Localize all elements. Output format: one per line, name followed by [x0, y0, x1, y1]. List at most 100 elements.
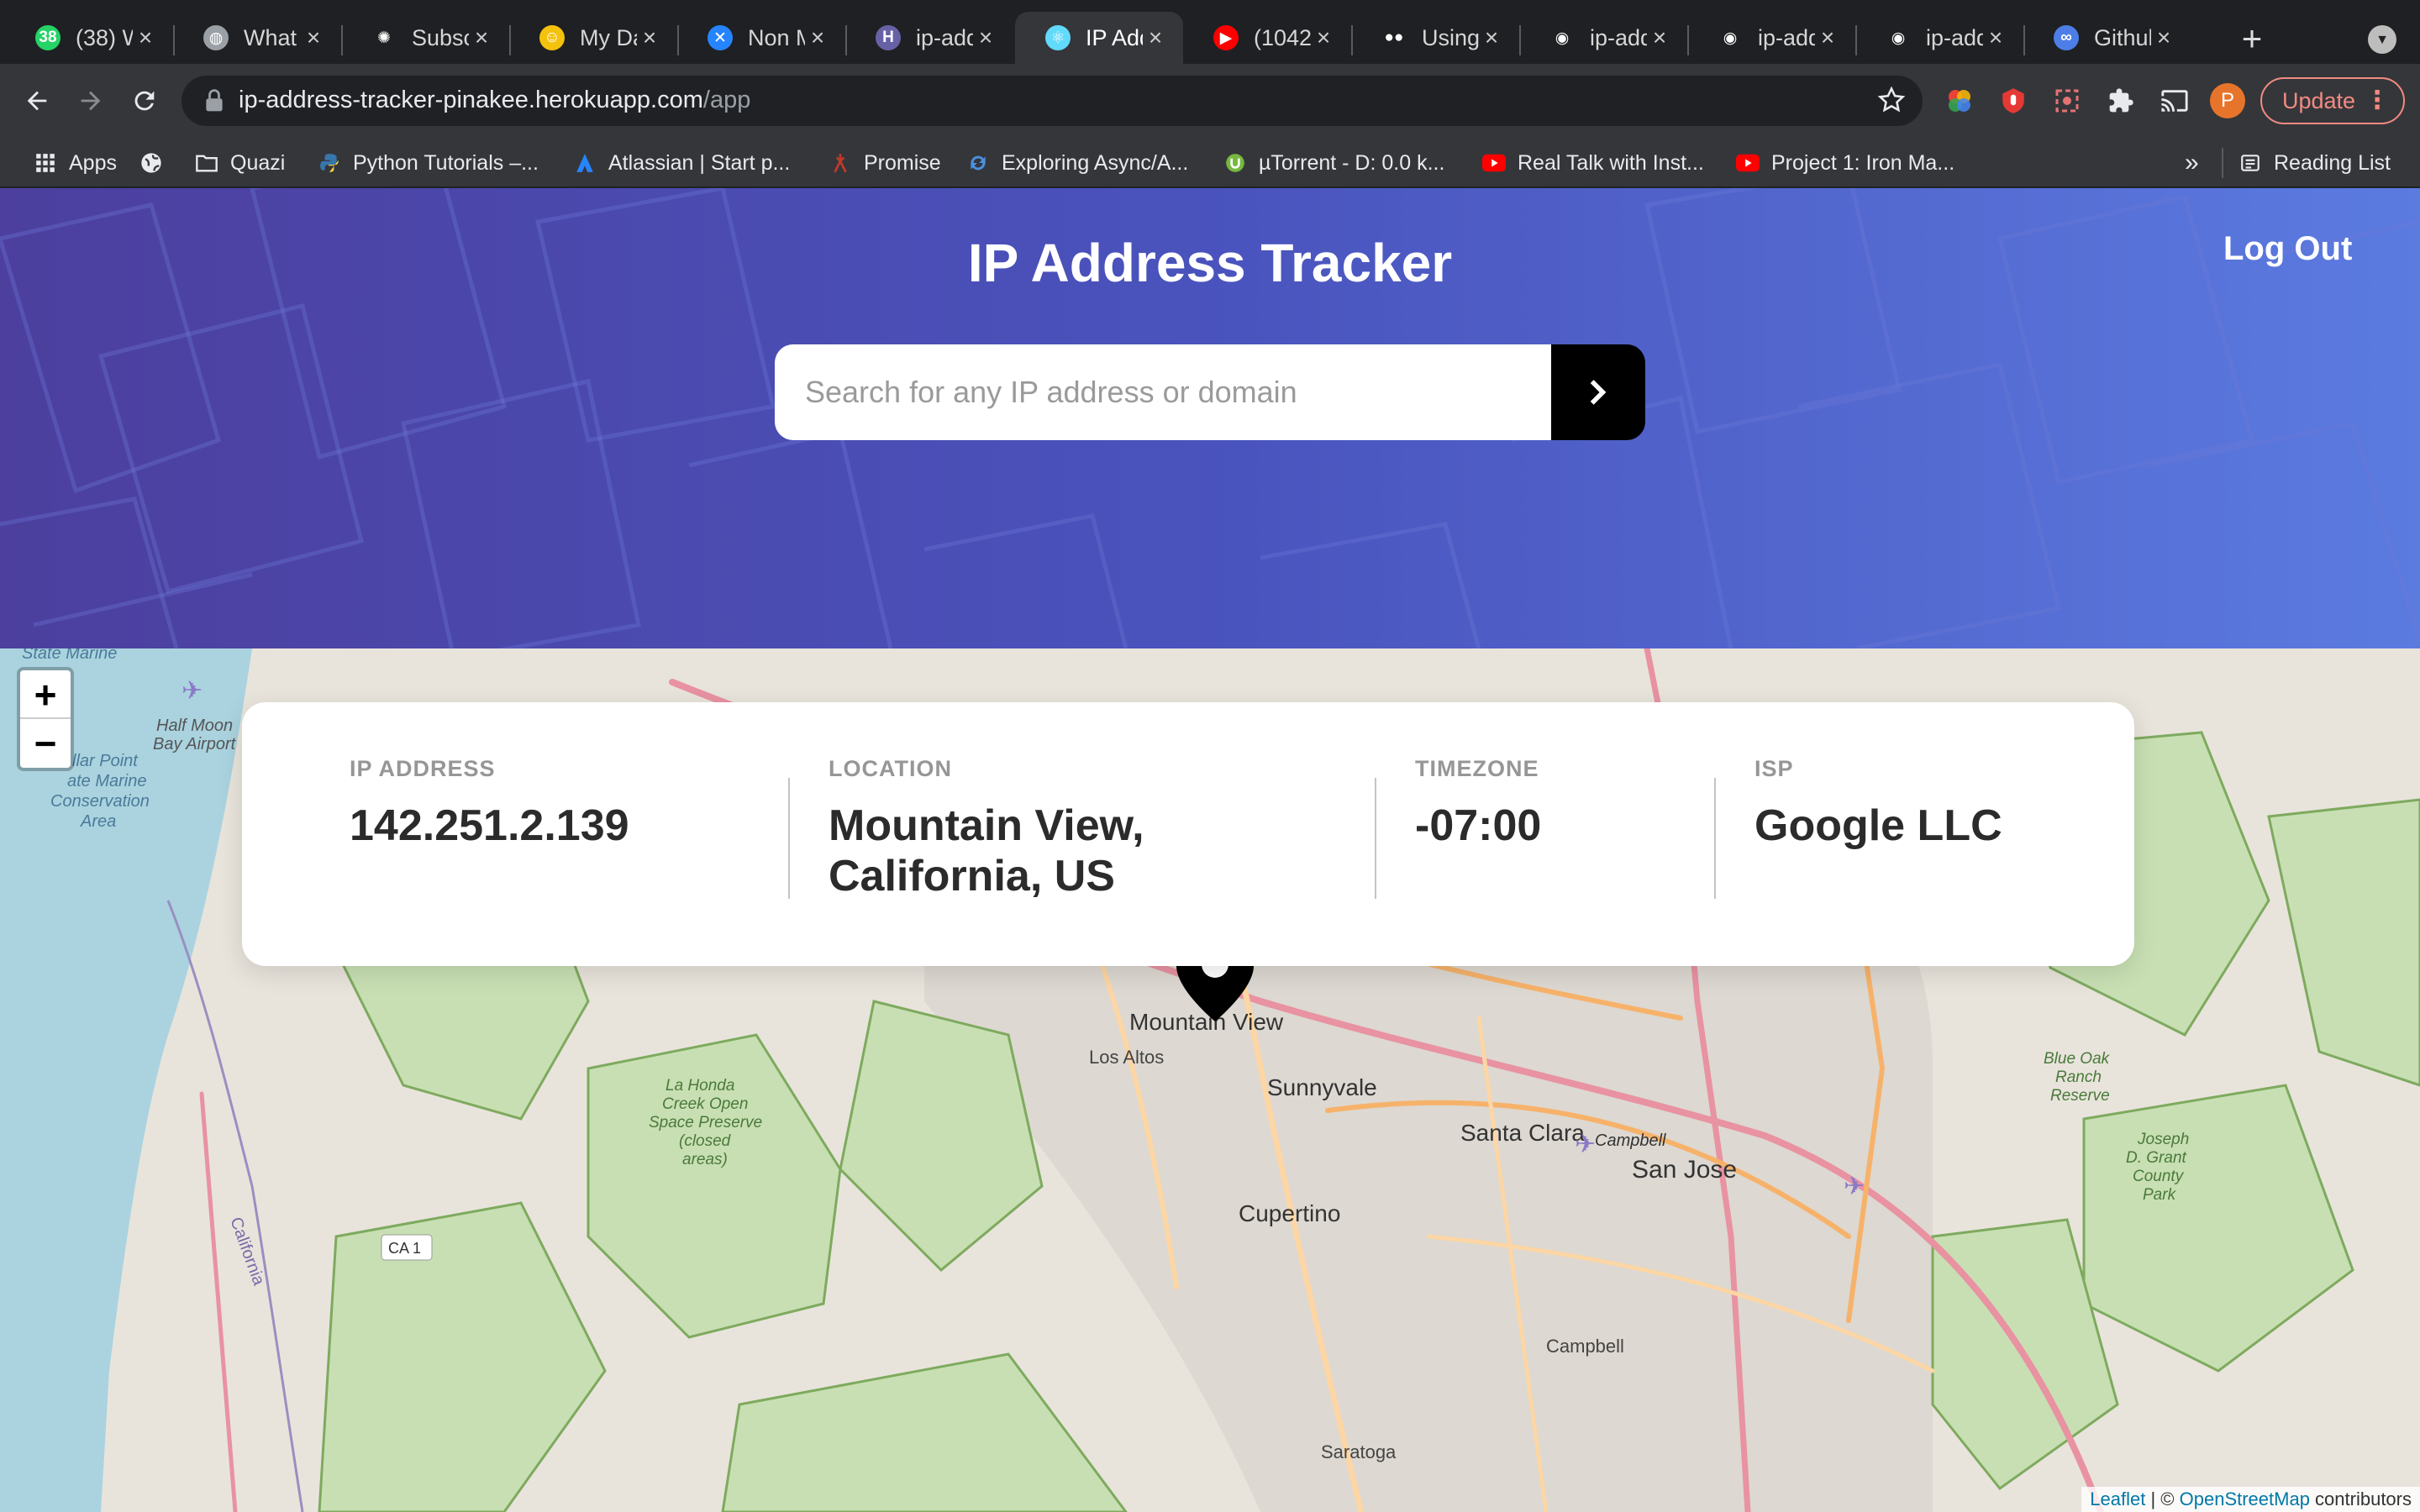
browser-tab[interactable]: ◉ ip-add × [1519, 12, 1687, 64]
bookmark-item[interactable]: Promise [829, 146, 941, 180]
header-banner: IP Address Tracker Log Out [0, 188, 2420, 648]
browser-tab[interactable]: ◍ What t× [173, 12, 341, 64]
osm-link[interactable]: OpenStreetMap [2180, 1488, 2310, 1509]
isp-value: Google LLC [1754, 801, 2002, 850]
browser-tab[interactable]: ✕ Non M× [677, 12, 845, 64]
forward-arrow-icon [81, 91, 101, 111]
ip-address-section: IP ADDRESS 142.251.2.139 [350, 756, 629, 851]
svg-text:llar Point: llar Point [72, 752, 139, 770]
timezone-label: TIMEZONE [1415, 756, 1539, 781]
bookmarks-overflow-button[interactable]: » [2185, 138, 2199, 188]
browser-tab[interactable]: ▶ (1042)× [1183, 12, 1351, 64]
whatsapp-icon: 38 [35, 25, 60, 50]
close-tab-icon[interactable]: × [637, 24, 662, 51]
bookmark-item[interactable]: Python Tutorials –... [318, 146, 539, 180]
browser-tab[interactable]: ∞ Githul × [2023, 12, 2191, 64]
location-label: LOCATION [829, 756, 952, 781]
close-tab-icon[interactable]: × [2151, 24, 2176, 51]
bookmark-item[interactable]: Real Talk with Inst... [1482, 146, 1704, 180]
browser-tab[interactable]: 38 (38) W× [5, 12, 173, 64]
browser-tab[interactable]: ⚛ IP Add× [1015, 12, 1183, 64]
web-page: IP Address Tracker Log Out Search for an… [0, 188, 2420, 1512]
profile-avatar[interactable]: P [2210, 83, 2245, 118]
close-tab-icon[interactable]: × [805, 24, 830, 51]
tab-title: ip-add [1590, 24, 1647, 50]
close-tab-icon[interactable]: × [1311, 24, 1336, 51]
svg-text:Santa Clara: Santa Clara [1460, 1120, 1585, 1146]
update-button[interactable]: Update ⋮ [2260, 77, 2405, 124]
promise-icon [829, 151, 852, 175]
map-label: State Marine [22, 648, 117, 663]
logout-button[interactable]: Log Out [2223, 230, 2352, 268]
folder-icon [195, 151, 218, 175]
bookmark-item[interactable] [139, 146, 175, 180]
bookmark-item[interactable]: Quazi [195, 146, 285, 180]
bookmark-label: Python Tutorials –... [353, 150, 539, 175]
ip-info-card: IP ADDRESS 142.251.2.139 LOCATION Mounta… [242, 702, 2134, 966]
svg-text:Cupertino: Cupertino [1239, 1200, 1340, 1226]
back-button[interactable] [13, 77, 60, 124]
close-tab-icon[interactable]: × [1983, 24, 2008, 51]
svg-text:Los Altos: Los Altos [1089, 1047, 1164, 1068]
zoom-out-button[interactable]: − [20, 719, 71, 768]
browser-tab[interactable]: ●● Using × [1351, 12, 1519, 64]
bookmark-item[interactable]: µTorrent - D: 0.0 k... [1223, 146, 1444, 180]
bookmark-label: Promise [864, 150, 941, 175]
youtube-icon: ▶ [1213, 25, 1239, 50]
reload-button[interactable] [121, 77, 168, 124]
url-text[interactable]: ip-address-tracker-pinakee.herokuapp.com… [239, 87, 750, 114]
cast-icon[interactable] [2156, 82, 2193, 119]
tab-title: (1042) [1254, 24, 1311, 50]
close-tab-icon[interactable]: × [1479, 24, 1504, 51]
bookmark-item[interactable]: Apps [34, 146, 117, 180]
svg-text:Blue Oak: Blue Oak [2044, 1050, 2111, 1068]
bookmark-star-icon[interactable] [1877, 86, 1906, 114]
svg-text:San Jose: San Jose [1632, 1156, 1737, 1184]
zoom-in-button[interactable]: + [20, 670, 71, 719]
close-tab-icon[interactable]: × [301, 24, 326, 51]
async-icon [966, 151, 990, 175]
browser-tab[interactable]: Hip-add × [845, 12, 1013, 64]
bookmark-item[interactable]: Project 1: Iron Ma... [1736, 146, 1954, 180]
extensions-puzzle-icon[interactable] [2102, 82, 2139, 119]
address-bar[interactable]: ip-address-tracker-pinakee.herokuapp.com… [182, 76, 1923, 126]
search-input[interactable] [775, 344, 1551, 440]
apps-grid-icon [34, 151, 57, 175]
bookmark-item[interactable]: Atlassian | Start p... [573, 146, 790, 180]
globe-icon: ◍ [203, 25, 229, 50]
svg-text:ate Marine: ate Marine [67, 772, 147, 790]
back-arrow-icon [27, 91, 47, 111]
forward-button[interactable] [67, 77, 114, 124]
tab-title: ip-add [916, 24, 973, 50]
browser-tab[interactable]: ◉ ip-add × [1687, 12, 1855, 64]
close-tab-icon[interactable]: × [1647, 24, 1672, 51]
color-picker-extension-icon[interactable] [1941, 82, 1978, 119]
leaflet-link[interactable]: Leaflet [2090, 1488, 2145, 1509]
new-tab-button[interactable]: + [2233, 20, 2270, 57]
svg-text:(closed: (closed [679, 1132, 732, 1150]
screenshot-extension-icon[interactable] [2049, 82, 2086, 119]
adblock-extension-icon[interactable] [1995, 82, 2032, 119]
close-tab-icon[interactable]: × [973, 24, 998, 51]
browser-tab[interactable]: ✺ Subsc × [341, 12, 509, 64]
youtube-icon [1736, 151, 1760, 175]
svg-text:CA 1: CA 1 [388, 1240, 421, 1257]
close-tab-icon[interactable]: × [1143, 24, 1168, 51]
svg-text:County: County [2133, 1168, 2185, 1185]
browser-tab[interactable]: ◉ ip-add × [1855, 12, 2023, 64]
close-tab-icon[interactable]: × [469, 24, 494, 51]
ip-address-value: 142.251.2.139 [350, 801, 629, 850]
tab-title: ip-add [1758, 24, 1815, 50]
browser-toolbar: ip-address-tracker-pinakee.herokuapp.com… [0, 64, 2420, 138]
close-tab-icon[interactable]: × [133, 24, 158, 51]
tab-search-button[interactable]: ▼ [2368, 25, 2396, 54]
reading-list-button[interactable]: Reading List [2238, 146, 2391, 180]
bookmark-label: Real Talk with Inst... [1518, 150, 1704, 175]
browser-tab[interactable]: ☺ My Da× [509, 12, 677, 64]
svg-text:Half Moon: Half Moon [156, 717, 233, 735]
utorrent-icon [1223, 151, 1247, 175]
github-icon: ◉ [1886, 25, 1911, 50]
bookmark-item[interactable]: Exploring Async/A... [966, 146, 1188, 180]
close-tab-icon[interactable]: × [1815, 24, 1840, 51]
search-submit-button[interactable] [1551, 344, 1645, 440]
